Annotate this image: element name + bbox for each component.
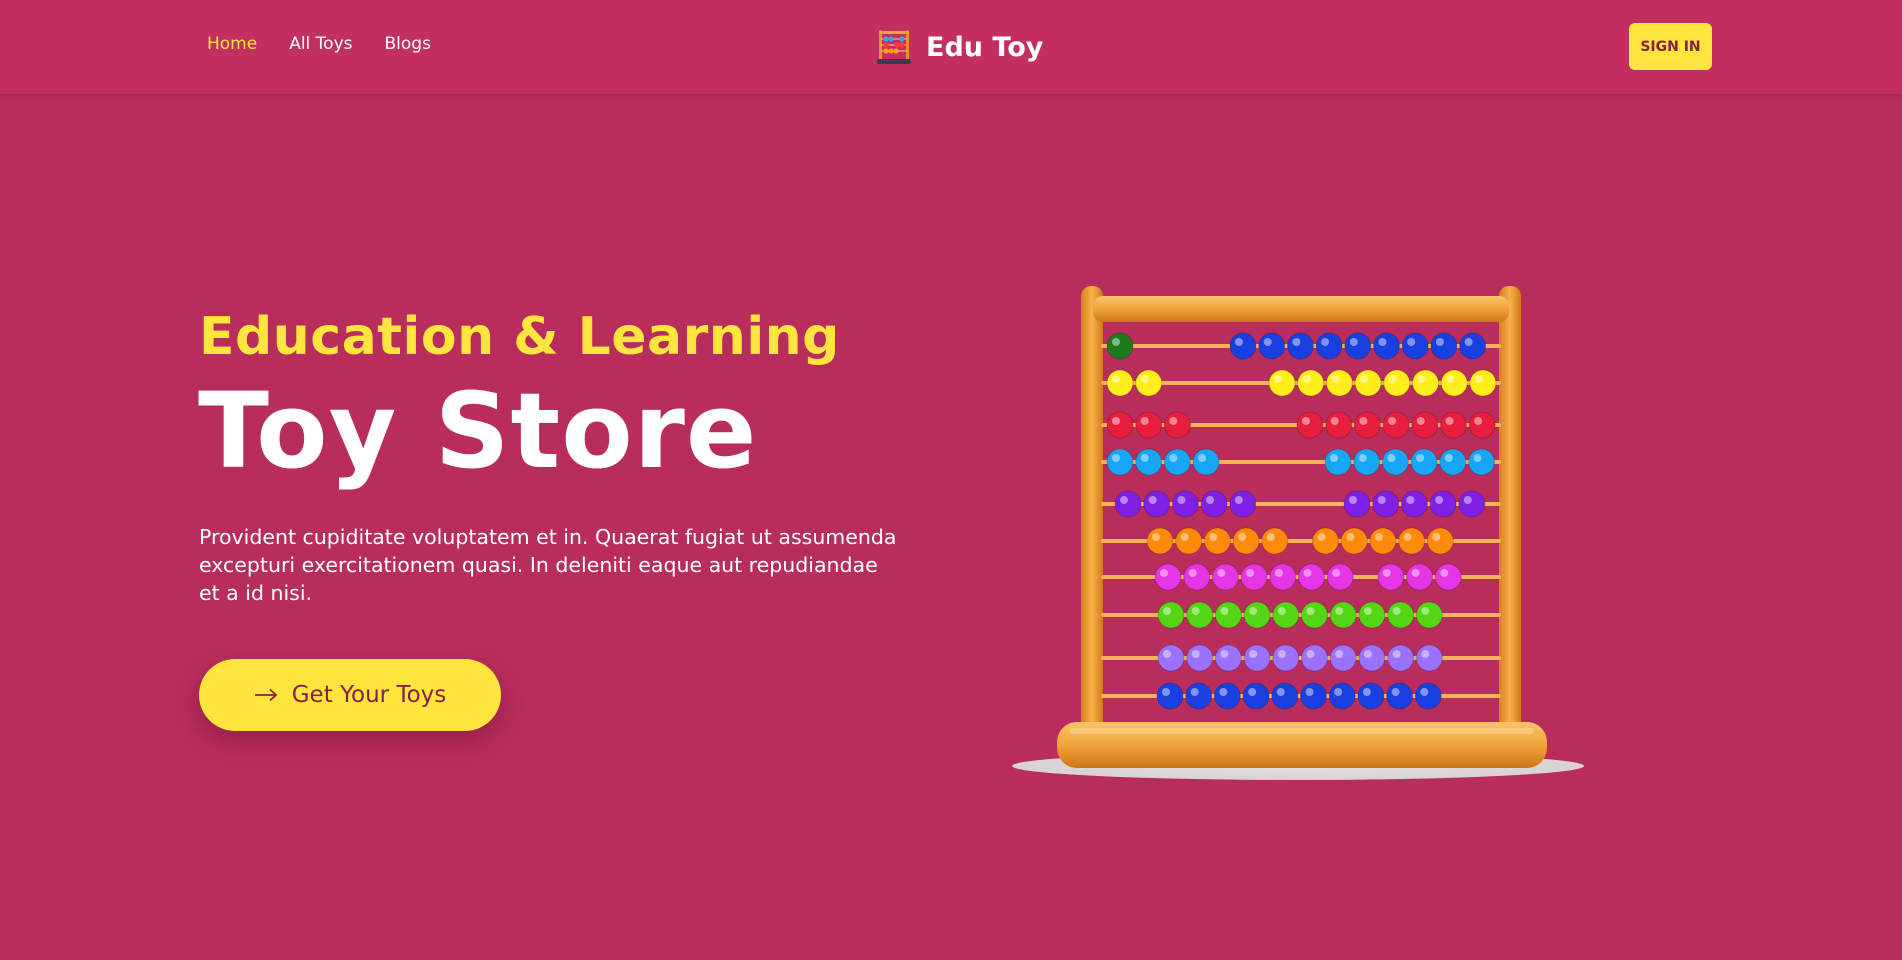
nav-link-all-toys[interactable]: All Toys [289,34,352,54]
sign-in-button[interactable]: SIGN IN [1629,23,1712,70]
get-your-toys-button[interactable]: Get Your Toys [199,659,501,731]
navbar: Home All Toys Blogs Edu Toy SIGN IN [0,0,1902,94]
nav-link-blogs[interactable]: Blogs [385,34,431,54]
nav-link-home[interactable]: Home [207,34,257,54]
abacus-illustration [1012,286,1584,780]
hero-title: Toy Store [198,370,758,492]
hero-subtitle: Education & Learning [199,307,840,367]
abacus-logo-icon [877,30,911,64]
brand[interactable]: Edu Toy [876,28,1043,66]
cta-label: Get Your Toys [291,682,447,708]
hero-description: Provident cupiditate voluptatem et in. Q… [199,525,897,605]
nav-links: Home All Toys Blogs [207,34,431,54]
brand-name: Edu Toy [926,31,1044,63]
arrow-right-icon [254,688,278,702]
